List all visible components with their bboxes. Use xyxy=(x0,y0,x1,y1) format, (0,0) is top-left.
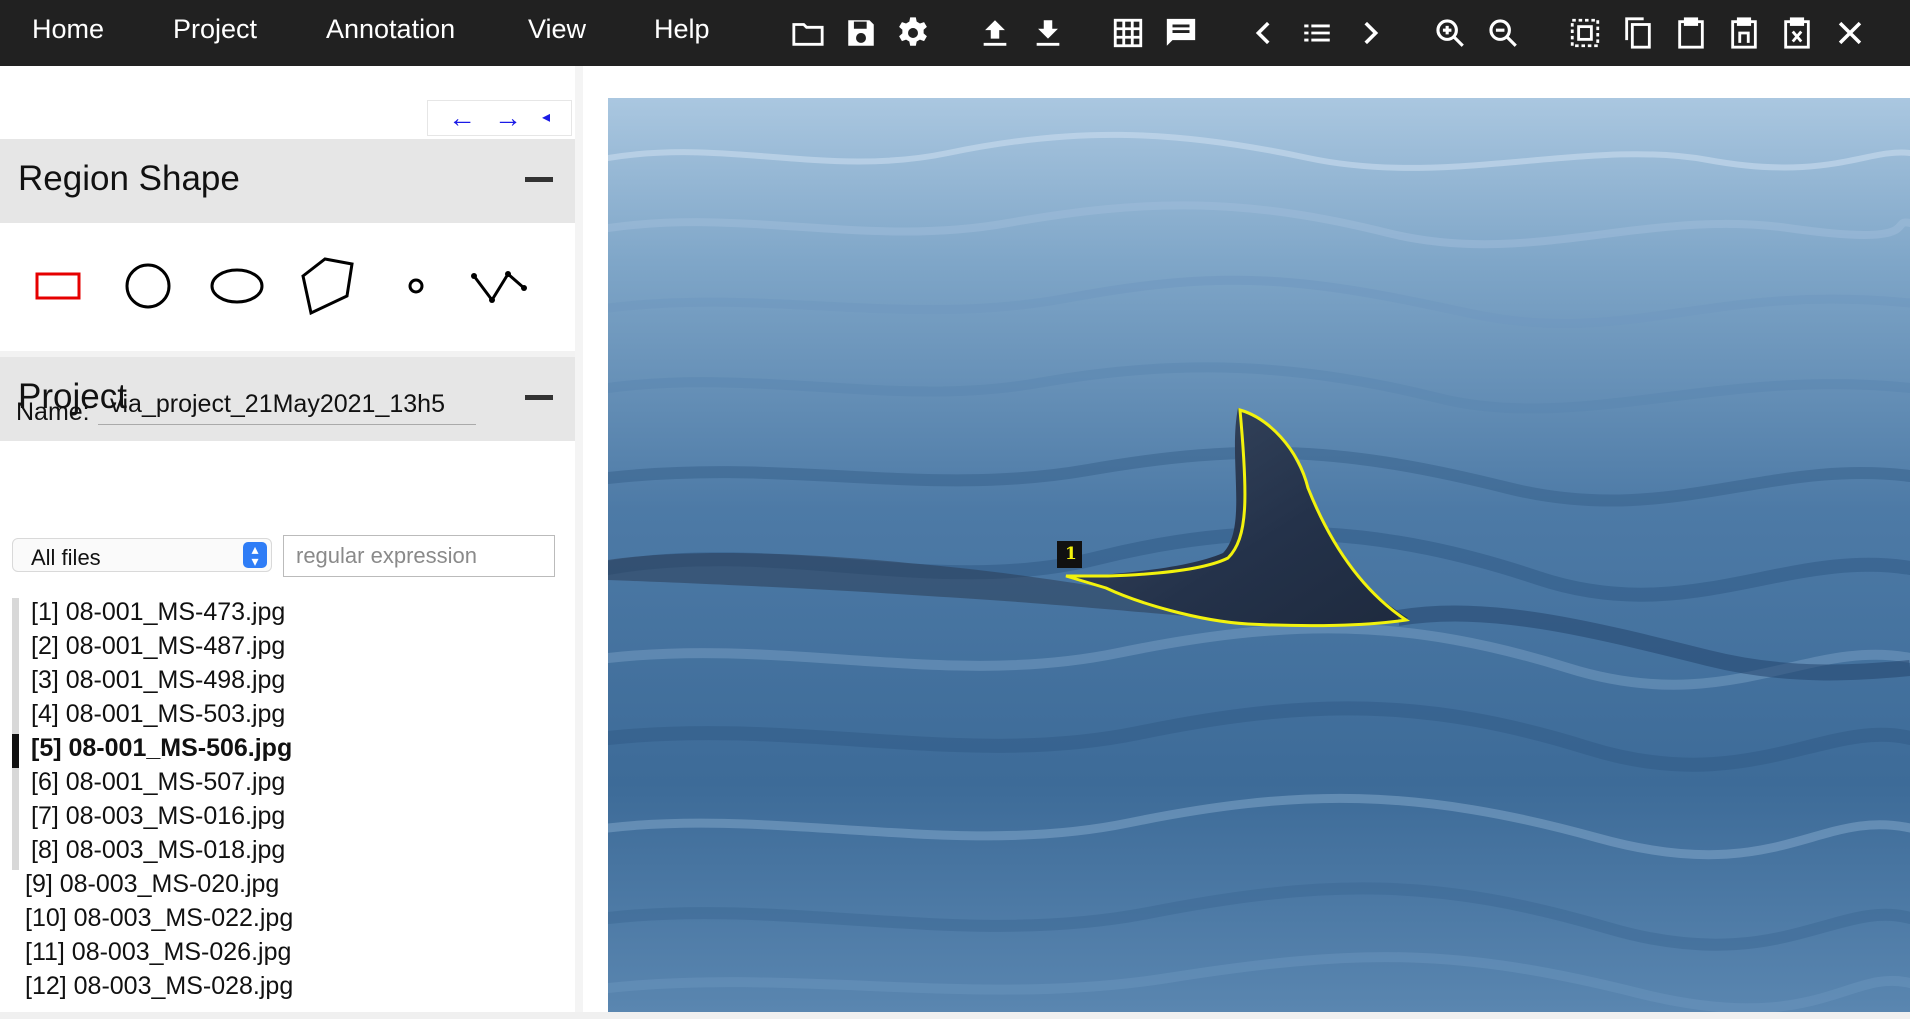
file-list-item[interactable]: [10] 08-003_MS-022.jpg xyxy=(25,904,293,933)
menu-home[interactable]: Home xyxy=(32,0,104,66)
status-bar xyxy=(0,1012,1910,1019)
menu-annotation[interactable]: Annotation xyxy=(326,0,455,66)
file-list-item[interactable]: [12] 08-003_MS-028.jpg xyxy=(25,972,293,1001)
zoom-out-icon[interactable] xyxy=(1483,13,1523,53)
file-list-item[interactable]: [11] 08-003_MS-026.jpg xyxy=(25,938,291,967)
file-list-item-active[interactable]: [5] 08-001_MS-506.jpg xyxy=(31,734,292,763)
zoom-in-icon[interactable] xyxy=(1430,13,1470,53)
settings-icon[interactable] xyxy=(893,13,933,53)
region-shape-header[interactable]: Region Shape xyxy=(0,139,575,223)
project-name-label: Name: xyxy=(16,398,90,426)
file-list-item[interactable]: [3] 08-001_MS-498.jpg xyxy=(31,666,285,695)
menu-help[interactable]: Help xyxy=(654,0,710,66)
comment-icon[interactable] xyxy=(1161,13,1201,53)
list-icon[interactable] xyxy=(1297,13,1337,53)
active-file-marker xyxy=(12,734,19,768)
upload-icon[interactable] xyxy=(975,13,1015,53)
region-shape-toolbar xyxy=(0,223,575,353)
region-label-text: 1 xyxy=(1065,544,1077,564)
region-shape-title: Region Shape xyxy=(18,159,240,198)
file-filter-value: All files xyxy=(31,545,101,570)
folder-open-icon[interactable] xyxy=(788,13,828,53)
sidebar-left-arrow[interactable]: ← xyxy=(448,101,476,135)
download-icon[interactable] xyxy=(1028,13,1068,53)
close-icon[interactable] xyxy=(1830,13,1870,53)
ellipse-shape-button[interactable] xyxy=(205,251,269,321)
grid-view-icon[interactable] xyxy=(1108,13,1148,53)
next-icon[interactable] xyxy=(1350,13,1390,53)
file-list-item[interactable]: [1] 08-001_MS-473.jpg xyxy=(31,598,285,627)
file-list-item[interactable]: [6] 08-001_MS-507.jpg xyxy=(31,768,285,797)
select-chevron-icon: ▴ ▾ xyxy=(243,542,267,568)
menu-view[interactable]: View xyxy=(528,0,586,66)
point-shape-button[interactable] xyxy=(398,251,434,321)
annotation-canvas[interactable]: 1 xyxy=(608,98,1910,1012)
file-list-item[interactable]: [8] 08-003_MS-018.jpg xyxy=(31,836,285,865)
sidebar-nav: ← → ◂ xyxy=(427,100,572,136)
save-icon[interactable] xyxy=(841,13,881,53)
previous-icon[interactable] xyxy=(1244,13,1284,53)
paste-n-icon[interactable] xyxy=(1724,13,1764,53)
copy-icon[interactable] xyxy=(1618,13,1658,53)
collapse-icon[interactable] xyxy=(525,177,553,182)
paste-icon[interactable] xyxy=(1671,13,1711,53)
sidebar-collapse-arrow[interactable]: ◂ xyxy=(542,101,550,135)
file-list-item[interactable]: [7] 08-003_MS-016.jpg xyxy=(31,802,285,831)
ocean-photo xyxy=(608,98,1910,1012)
menu-project[interactable]: Project xyxy=(173,0,257,66)
file-filter-select[interactable]: All files ▴ ▾ xyxy=(12,538,272,572)
file-list-item[interactable]: [4] 08-001_MS-503.jpg xyxy=(31,700,285,729)
menu-bar: Home Project Annotation View Help xyxy=(0,0,1910,66)
panel-resize-handle[interactable] xyxy=(575,66,583,1019)
select-all-icon[interactable] xyxy=(1565,13,1605,53)
file-list-item[interactable]: [9] 08-003_MS-020.jpg xyxy=(25,870,279,899)
project-name-input[interactable] xyxy=(98,385,476,425)
regex-filter-input[interactable] xyxy=(283,535,555,577)
sidebar-right-arrow[interactable]: → xyxy=(494,101,522,135)
polyline-shape-button[interactable] xyxy=(468,251,530,321)
rectangle-shape-button[interactable] xyxy=(28,251,88,321)
polygon-shape-button[interactable] xyxy=(294,251,360,321)
collapse-icon[interactable] xyxy=(525,395,553,400)
circle-shape-button[interactable] xyxy=(118,251,178,321)
paste-x-icon[interactable] xyxy=(1777,13,1817,53)
file-list-item[interactable]: [2] 08-001_MS-487.jpg xyxy=(31,632,285,661)
